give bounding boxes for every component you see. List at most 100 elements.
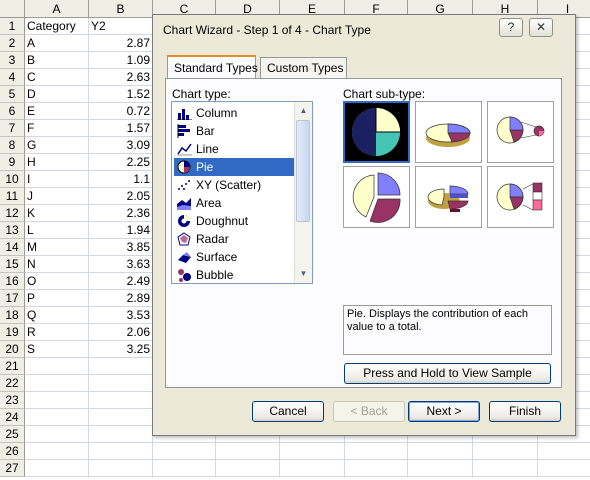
table-cell[interactable]: 1.94: [89, 222, 153, 239]
table-cell[interactable]: 0.72: [89, 103, 153, 120]
table-cell[interactable]: L: [25, 222, 89, 239]
table-cell[interactable]: 2.89: [89, 290, 153, 307]
table-cell[interactable]: 2.87: [89, 35, 153, 52]
table-cell[interactable]: 2.36: [89, 205, 153, 222]
table-cell[interactable]: [408, 460, 473, 477]
scroll-up-icon[interactable]: ▲: [296, 103, 311, 119]
table-cell[interactable]: 3.63: [89, 256, 153, 273]
table-cell[interactable]: [345, 460, 408, 477]
table-cell[interactable]: 3.25: [89, 341, 153, 358]
row-header[interactable]: 3: [0, 52, 25, 69]
table-cell[interactable]: R: [25, 324, 89, 341]
chart-type-item-bubble[interactable]: Bubble: [174, 266, 296, 283]
table-cell[interactable]: [473, 460, 538, 477]
table-cell[interactable]: 1.52: [89, 86, 153, 103]
table-cell[interactable]: [89, 409, 153, 426]
tab-standard-types[interactable]: Standard Types: [167, 55, 258, 78]
row-header[interactable]: 4: [0, 69, 25, 86]
row-header[interactable]: 10: [0, 171, 25, 188]
table-cell[interactable]: S: [25, 341, 89, 358]
row-header[interactable]: 17: [0, 290, 25, 307]
row-header[interactable]: 25: [0, 426, 25, 443]
row-header[interactable]: 15: [0, 256, 25, 273]
table-cell[interactable]: [25, 443, 89, 460]
table-cell[interactable]: [408, 443, 473, 460]
row-header[interactable]: 6: [0, 103, 25, 120]
chart-type-item-line[interactable]: Line: [174, 140, 296, 158]
row-header[interactable]: 19: [0, 324, 25, 341]
subtype-bar-of-pie[interactable]: [487, 166, 554, 228]
table-cell[interactable]: B: [25, 52, 89, 69]
table-cell[interactable]: [25, 460, 89, 477]
table-cell[interactable]: I: [25, 171, 89, 188]
row-header[interactable]: 2: [0, 35, 25, 52]
row-header[interactable]: 24: [0, 409, 25, 426]
subtype-exploded-pie[interactable]: [343, 166, 410, 228]
table-cell[interactable]: 3.09: [89, 137, 153, 154]
table-cell[interactable]: O: [25, 273, 89, 290]
next-button[interactable]: Next >: [408, 401, 480, 422]
table-cell[interactable]: [25, 409, 89, 426]
table-cell[interactable]: H: [25, 154, 89, 171]
table-cell[interactable]: 1.1: [89, 171, 153, 188]
row-header[interactable]: 23: [0, 392, 25, 409]
table-cell[interactable]: [473, 443, 538, 460]
table-cell[interactable]: [25, 358, 89, 375]
row-header[interactable]: 1: [0, 18, 25, 35]
row-header[interactable]: 12: [0, 205, 25, 222]
table-cell[interactable]: 3.53: [89, 307, 153, 324]
back-button[interactable]: < Back: [333, 401, 405, 422]
cancel-button[interactable]: Cancel: [252, 401, 324, 422]
row-header[interactable]: 26: [0, 443, 25, 460]
row-header[interactable]: 21: [0, 358, 25, 375]
table-cell[interactable]: [216, 443, 280, 460]
table-cell[interactable]: [153, 460, 216, 477]
subtype-3d-pie[interactable]: [415, 101, 482, 163]
subtype-pie-of-pie[interactable]: [487, 101, 554, 163]
table-cell[interactable]: D: [25, 86, 89, 103]
subtype-pie[interactable]: [343, 101, 410, 163]
row-header[interactable]: 5: [0, 86, 25, 103]
table-cell[interactable]: F: [25, 120, 89, 137]
row-header[interactable]: 16: [0, 273, 25, 290]
table-cell[interactable]: [89, 375, 153, 392]
table-cell[interactable]: C: [25, 69, 89, 86]
table-cell[interactable]: M: [25, 239, 89, 256]
chart-type-item-area[interactable]: Area: [174, 194, 296, 212]
table-cell[interactable]: [25, 426, 89, 443]
help-button[interactable]: ?: [499, 18, 523, 37]
table-cell[interactable]: [89, 392, 153, 409]
chart-type-item-radar[interactable]: Radar: [174, 230, 296, 248]
chart-type-item-column[interactable]: Column: [174, 104, 296, 122]
chart-type-item-surface[interactable]: Surface: [174, 248, 296, 266]
row-header[interactable]: 20: [0, 341, 25, 358]
chart-type-item-xy-scatter[interactable]: XY (Scatter): [174, 176, 296, 194]
row-header[interactable]: 11: [0, 188, 25, 205]
table-cell[interactable]: [89, 443, 153, 460]
table-cell[interactable]: 2.63: [89, 69, 153, 86]
row-header[interactable]: 22: [0, 375, 25, 392]
table-cell[interactable]: 2.25: [89, 154, 153, 171]
scroll-thumb[interactable]: [296, 120, 310, 222]
table-cell[interactable]: 2.06: [89, 324, 153, 341]
chart-type-item-doughnut[interactable]: Doughnut: [174, 212, 296, 230]
subtype-exploded-3d-pie[interactable]: [415, 166, 482, 228]
dialog-titlebar[interactable]: Chart Wizard - Step 1 of 4 - Chart Type …: [153, 15, 575, 45]
column-header[interactable]: B: [89, 0, 153, 18]
row-header[interactable]: 9: [0, 154, 25, 171]
row-header[interactable]: 13: [0, 222, 25, 239]
finish-button[interactable]: Finish: [489, 401, 561, 422]
list-scrollbar[interactable]: ▲ ▼: [294, 102, 312, 283]
chart-type-list[interactable]: Column Bar Line Pie XY (Scatter) Area Doughnut…: [171, 101, 313, 284]
table-cell[interactable]: [538, 443, 590, 460]
tab-custom-types[interactable]: Custom Types: [260, 57, 347, 78]
table-cell[interactable]: [89, 358, 153, 375]
row-header[interactable]: 18: [0, 307, 25, 324]
chart-type-item-bar[interactable]: Bar: [174, 122, 296, 140]
table-cell[interactable]: 2.05: [89, 188, 153, 205]
row-header[interactable]: 8: [0, 137, 25, 154]
table-cell[interactable]: [538, 460, 590, 477]
table-cell[interactable]: J: [25, 188, 89, 205]
table-cell[interactable]: [280, 443, 345, 460]
table-cell[interactable]: K: [25, 205, 89, 222]
